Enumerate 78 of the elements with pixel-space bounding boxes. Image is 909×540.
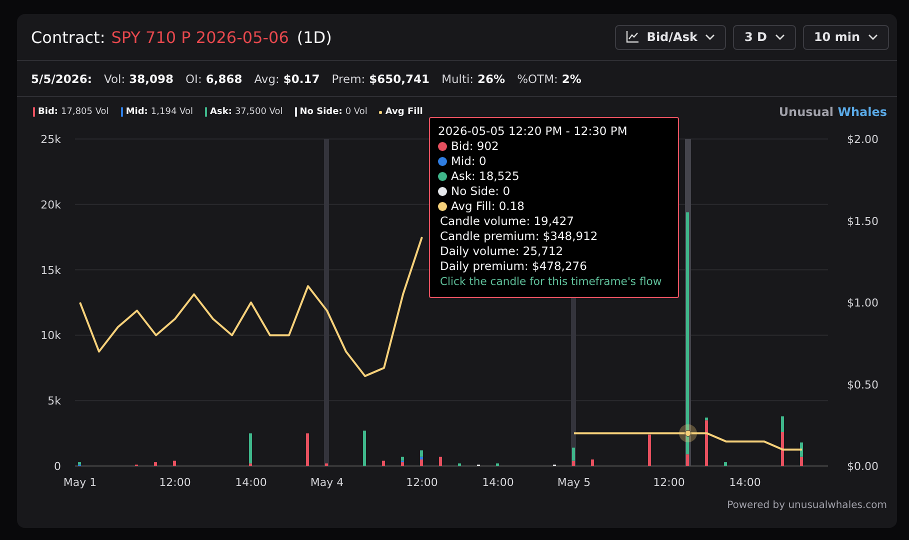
contract-name: SPY 710 P 2026-05-06 — [111, 28, 289, 46]
stat-value: 6,868 — [206, 72, 242, 86]
tooltip-line: Daily premium: $478,276 — [439, 259, 588, 274]
chevron-down-icon — [705, 34, 716, 40]
tooltip-series: No Side: 0 — [451, 184, 510, 199]
x-axis-label: May 4 — [310, 476, 344, 489]
tooltip-title: 2026-05-05 12:20 PM - 12:30 PM — [438, 124, 628, 139]
stat-label: OI: — [186, 72, 202, 86]
stat-label: Prem: — [332, 72, 366, 86]
tooltip-series: Avg Fill: 0.18 — [451, 199, 524, 214]
volume-bar — [382, 460, 385, 466]
volume-bar — [173, 460, 176, 466]
legend-value: 17,805 Vol — [61, 107, 109, 117]
x-axis-label: 12:00 — [653, 476, 685, 489]
stat-value: 26% — [478, 72, 506, 86]
y-axis-label: $1.50 — [847, 214, 878, 228]
tooltip-series: Mid: 0 — [451, 154, 486, 169]
dropdown-button[interactable]: 3 D — [733, 24, 796, 50]
stat-label: Vol: — [104, 72, 126, 86]
volume-bar — [458, 463, 461, 466]
x-axis-label: 14:00 — [482, 476, 514, 489]
x-axis-label: 12:00 — [159, 476, 191, 489]
stat-value: 2% — [562, 72, 582, 86]
y-axis-label: 0 — [54, 460, 61, 473]
brand-name: Unusual Whales — [778, 105, 887, 119]
dropdown-button[interactable]: 10 min — [802, 24, 889, 50]
y-axis-label: 5k — [48, 394, 61, 408]
volume-bar — [439, 456, 442, 466]
stat-label: Multi: — [442, 72, 474, 86]
stats-date: 5/5/2026: — [31, 72, 92, 86]
volume-bar — [306, 433, 309, 466]
stat-value: $0.17 — [283, 72, 320, 86]
y-axis-label: $2.00 — [847, 133, 878, 146]
volume-bar — [591, 459, 594, 466]
y-axis-label: 10k — [40, 329, 61, 342]
legend-value: 1,194 Vol — [150, 107, 194, 117]
flow-link[interactable]: Click the candle for this timeframe's flow — [438, 274, 672, 289]
x-axis-label: May 1 — [63, 476, 97, 489]
x-axis-label: 14:00 — [235, 476, 267, 489]
tooltip-series: Ask: 18,525 — [451, 169, 520, 184]
volume-bar — [724, 462, 727, 466]
x-axis-label: 12:00 — [406, 476, 438, 489]
volume-bar — [325, 463, 328, 466]
volume-bar — [363, 430, 366, 466]
volume-bar — [648, 434, 651, 466]
hover-point — [679, 424, 697, 442]
legend-label: Bid: — [38, 107, 58, 117]
tooltip-line: Candle volume: 19,427 — [439, 214, 575, 229]
legend-value: 37,500 Vol — [234, 107, 283, 117]
y-axis-label: 20k — [40, 198, 61, 212]
contract-label: Contract: — [31, 28, 106, 46]
stat-label: %OTM: — [517, 72, 558, 86]
tooltip-line: Candle premium: $348,912 — [439, 229, 599, 244]
dropdown-button[interactable]: Bid/Ask — [614, 24, 726, 50]
legend-label: No Side: — [300, 107, 342, 117]
y-axis-label: 25k — [40, 133, 61, 146]
line-chart-icon — [626, 31, 639, 43]
stat-value: 38,098 — [129, 72, 174, 86]
powered-by-note: Powered by unusualwhales.com — [727, 500, 887, 511]
volume-bar — [496, 463, 499, 466]
chevron-down-icon — [774, 34, 785, 40]
y-axis-label: $0.00 — [847, 460, 878, 473]
chevron-down-icon — [868, 34, 878, 40]
legend-value: 0 Vol — [345, 107, 368, 117]
x-axis-label: May 5 — [557, 476, 591, 489]
volume-bar — [154, 462, 157, 466]
tooltip-series: Bid: 902 — [451, 139, 499, 154]
y-axis-label: $1.00 — [847, 296, 878, 310]
legend-label: Mid: — [126, 107, 148, 117]
y-axis-label: 15k — [40, 264, 61, 277]
y-axis-label: $0.50 — [847, 378, 878, 392]
stat-label: Avg: — [254, 72, 280, 86]
x-axis-label: 14:00 — [729, 476, 761, 489]
tooltip-line: Daily volume: 25,712 — [439, 244, 564, 259]
legend-label: Ask: — [210, 107, 232, 117]
stat-value: $650,741 — [369, 72, 430, 86]
legend-label: Avg Fill — [385, 107, 423, 117]
expiry-note: (1D) — [296, 28, 332, 46]
